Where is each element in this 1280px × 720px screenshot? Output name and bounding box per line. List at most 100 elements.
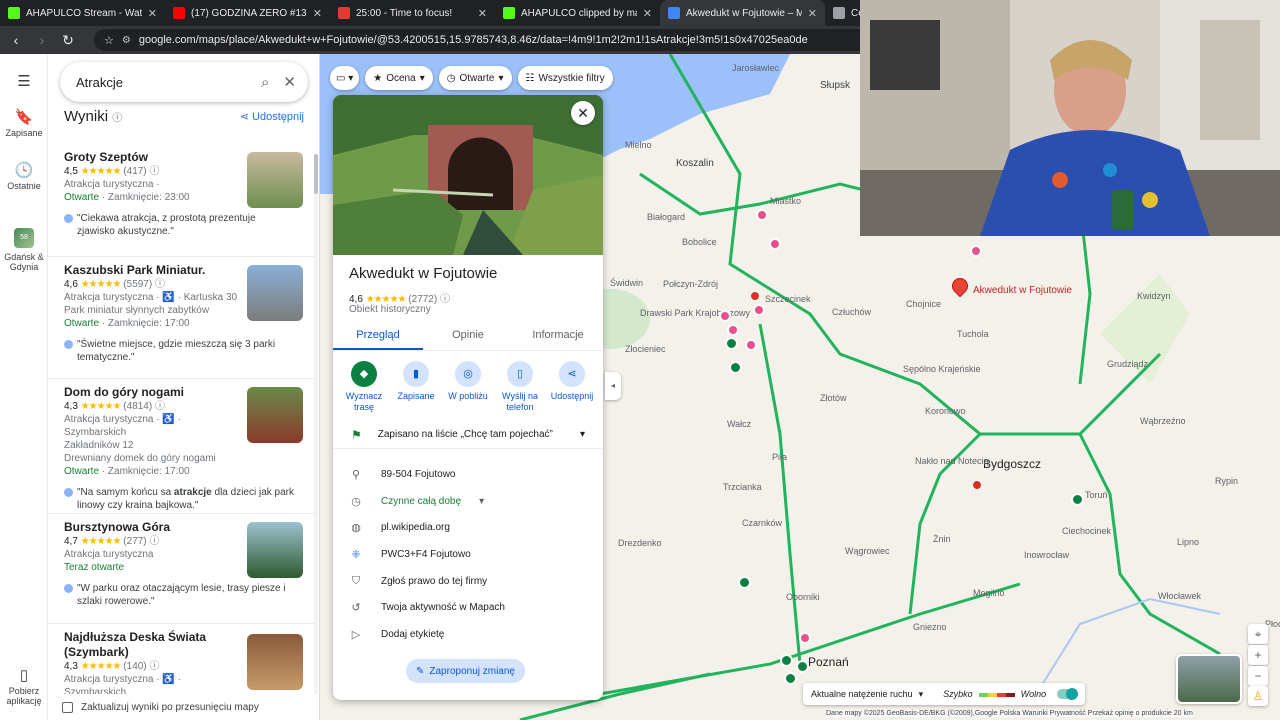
map-place-label[interactable]: Wąbrzeźno bbox=[1140, 416, 1186, 426]
result-thumbnail[interactable] bbox=[247, 387, 303, 443]
map-place-label[interactable]: Rypin bbox=[1215, 476, 1238, 486]
info-icon[interactable]: ⓘ bbox=[149, 661, 159, 672]
maps-activity-row[interactable]: ↺ Twoja aktywność w Mapach bbox=[333, 594, 603, 621]
map-place-label[interactable]: Poznań bbox=[808, 655, 849, 669]
results-scrollbar[interactable] bbox=[314, 154, 318, 714]
attraction-marker[interactable] bbox=[756, 209, 768, 221]
share-place-button[interactable]: ⋖ Udostępnij bbox=[547, 361, 597, 413]
browser-tab[interactable]: AHAPULCO clipped by mario_alimen ✕ bbox=[495, 0, 660, 26]
chevron-down-icon[interactable]: ▾ bbox=[919, 689, 924, 700]
collapse-panel-button[interactable]: ◂ bbox=[605, 372, 621, 400]
directions-button[interactable]: ◆ Wyznacz trasę bbox=[339, 361, 389, 413]
browser-tab[interactable]: 25:00 - Time to focus! ✕ bbox=[330, 0, 495, 26]
map-place-label[interactable]: Kwidzyn bbox=[1137, 291, 1171, 301]
browser-tab[interactable]: AHAPULCO Stream - Watch Live on K ✕ bbox=[0, 0, 165, 26]
map-place-label[interactable]: Trzcianka bbox=[723, 482, 762, 492]
claim-business-row[interactable]: ⛉ Zgłoś prawo do tej firmy bbox=[333, 568, 603, 595]
attraction-marker[interactable] bbox=[753, 304, 765, 316]
layers-button[interactable]: ▭ ▾ bbox=[330, 66, 360, 90]
place-rating[interactable]: 4,6 ★★★★★ (2772) ⓘ bbox=[349, 290, 450, 305]
forward-icon[interactable]: › bbox=[34, 32, 50, 48]
place-category[interactable]: Obiekt historyczny bbox=[349, 304, 431, 315]
info-icon[interactable]: ⓘ bbox=[440, 294, 450, 305]
map-place-label[interactable]: Złocieniec bbox=[625, 344, 666, 354]
park-marker[interactable] bbox=[738, 576, 751, 589]
open-filter-chip[interactable]: ◷ Otwarte ▾ bbox=[438, 66, 512, 90]
result-thumbnail[interactable] bbox=[247, 152, 303, 208]
attraction-marker[interactable] bbox=[745, 339, 757, 351]
map-place-label[interactable]: Włocławek bbox=[1158, 591, 1201, 601]
layers-thumbnail[interactable] bbox=[1176, 654, 1242, 704]
tab-about[interactable]: Informacje bbox=[513, 321, 603, 350]
attraction-marker[interactable] bbox=[970, 245, 982, 257]
result-thumbnail[interactable] bbox=[247, 265, 303, 321]
rail-download-app[interactable]: ▯ Pobierz aplikację bbox=[0, 666, 48, 706]
chevron-down-icon[interactable]: ▾ bbox=[580, 429, 585, 440]
attraction-marker[interactable] bbox=[719, 310, 731, 322]
update-results-checkbox[interactable] bbox=[62, 701, 73, 713]
park-marker[interactable] bbox=[729, 361, 742, 374]
map-place-label[interactable]: Drawski Park Krajobrazowy bbox=[640, 308, 750, 318]
saved-button[interactable]: ▮ Zapisane bbox=[391, 361, 441, 413]
tab-close-icon[interactable]: ✕ bbox=[148, 7, 157, 20]
update-results-checkbox-row[interactable]: Zaktualizuj wyniki po przesunięciu mapy bbox=[48, 694, 319, 720]
share-results-button[interactable]: ⋖ Udostępnij bbox=[240, 110, 304, 123]
map-place-label[interactable]: Piła bbox=[772, 452, 787, 462]
my-location-icon[interactable]: ⌖ bbox=[1248, 624, 1268, 644]
search-icon[interactable]: ⌕ bbox=[261, 74, 269, 91]
tab-close-icon[interactable]: ✕ bbox=[643, 7, 652, 20]
map-place-label[interactable]: Inowrocław bbox=[1024, 550, 1069, 560]
all-filters-chip[interactable]: ☷ Wszystkie filtry bbox=[517, 66, 613, 90]
map-place-label[interactable]: Jarosławiec bbox=[732, 63, 779, 73]
browser-tab[interactable]: Akwedukt w Fojutowie – Mapy G ✕ bbox=[660, 0, 825, 26]
map-place-label[interactable]: Człuchów bbox=[832, 307, 871, 317]
map-place-label[interactable]: Białogard bbox=[647, 212, 685, 222]
park-marker[interactable] bbox=[725, 337, 738, 350]
result-item[interactable]: Dom do góry nogami 4,3 ★★★★★ (4814) ⓘ Atra… bbox=[48, 379, 316, 514]
rail-saved[interactable]: 🔖 Zapisane bbox=[0, 108, 48, 138]
map-place-label[interactable]: Gniezno bbox=[913, 622, 947, 632]
map-place-label[interactable]: Koronowo bbox=[925, 406, 966, 416]
map-place-label[interactable]: Czarnków bbox=[742, 518, 782, 528]
map-place-label[interactable]: Lipno bbox=[1177, 537, 1199, 547]
info-icon[interactable]: ⓘ bbox=[112, 113, 122, 124]
attraction-marker[interactable] bbox=[769, 238, 781, 250]
map-place-label[interactable]: Złotów bbox=[820, 393, 847, 403]
search-box[interactable]: Atrakcje ⌕ ✕ bbox=[60, 62, 308, 102]
search-input[interactable]: Atrakcje bbox=[76, 75, 247, 90]
park-marker[interactable] bbox=[784, 672, 797, 685]
result-item[interactable]: Bursztynowa Góra 4,7 ★★★★★ (277) ⓘ Atrakcj… bbox=[48, 514, 316, 624]
result-name[interactable]: Groty Szeptów bbox=[64, 150, 234, 165]
map-place-label[interactable]: Koszalin bbox=[676, 158, 714, 169]
map-place-label[interactable]: Świdwin bbox=[610, 278, 643, 288]
rail-recent-place[interactable]: 58 Gdańsk & Gdynia bbox=[0, 228, 48, 272]
map-place-label[interactable]: Słupsk bbox=[820, 80, 850, 91]
map-place-label[interactable]: Bydgoszcz bbox=[983, 457, 1041, 471]
site-info-icon[interactable]: ⚙ bbox=[122, 35, 131, 46]
map-place-label[interactable]: Żnin bbox=[933, 534, 951, 544]
menu-button[interactable]: ☰ bbox=[0, 72, 48, 92]
info-icon[interactable]: ⓘ bbox=[155, 279, 165, 290]
info-icon[interactable]: ⓘ bbox=[155, 401, 165, 412]
browser-tab[interactable]: (17) GODZINA ZERO #135 KRZYSZTO ✕ bbox=[165, 0, 330, 26]
map-place-label[interactable]: Miastko bbox=[770, 196, 801, 206]
park-marker[interactable] bbox=[1071, 493, 1084, 506]
tab-close-icon[interactable]: ✕ bbox=[313, 7, 322, 20]
map-place-label[interactable]: Wągrowiec bbox=[845, 546, 890, 556]
nearby-button[interactable]: ◎ W pobliżu bbox=[443, 361, 493, 413]
map-place-label[interactable]: Drezdenko bbox=[618, 538, 662, 548]
back-icon[interactable]: ‹ bbox=[8, 32, 24, 48]
tab-close-icon[interactable]: ✕ bbox=[808, 7, 817, 20]
rail-recent[interactable]: 🕓 Ostatnie bbox=[0, 161, 48, 191]
park-marker[interactable] bbox=[796, 660, 809, 673]
map-place-label[interactable]: Mogilno bbox=[973, 588, 1005, 598]
attraction-marker[interactable] bbox=[799, 632, 811, 644]
address-row[interactable]: ⚲ 89-504 Fojutowo bbox=[333, 461, 603, 488]
reload-icon[interactable]: ↻ bbox=[60, 32, 76, 49]
map-place-label[interactable]: Połczyn-Zdrój bbox=[663, 279, 718, 289]
place-photo[interactable] bbox=[333, 95, 603, 255]
result-thumbnail[interactable] bbox=[247, 522, 303, 578]
tab-overview[interactable]: Przegląd bbox=[333, 321, 423, 350]
website-row[interactable]: ◍ pl.wikipedia.org bbox=[333, 514, 603, 541]
saved-list-row[interactable]: ⚑ Zapisano na liście „Chcę tam pojechać”… bbox=[333, 421, 603, 449]
